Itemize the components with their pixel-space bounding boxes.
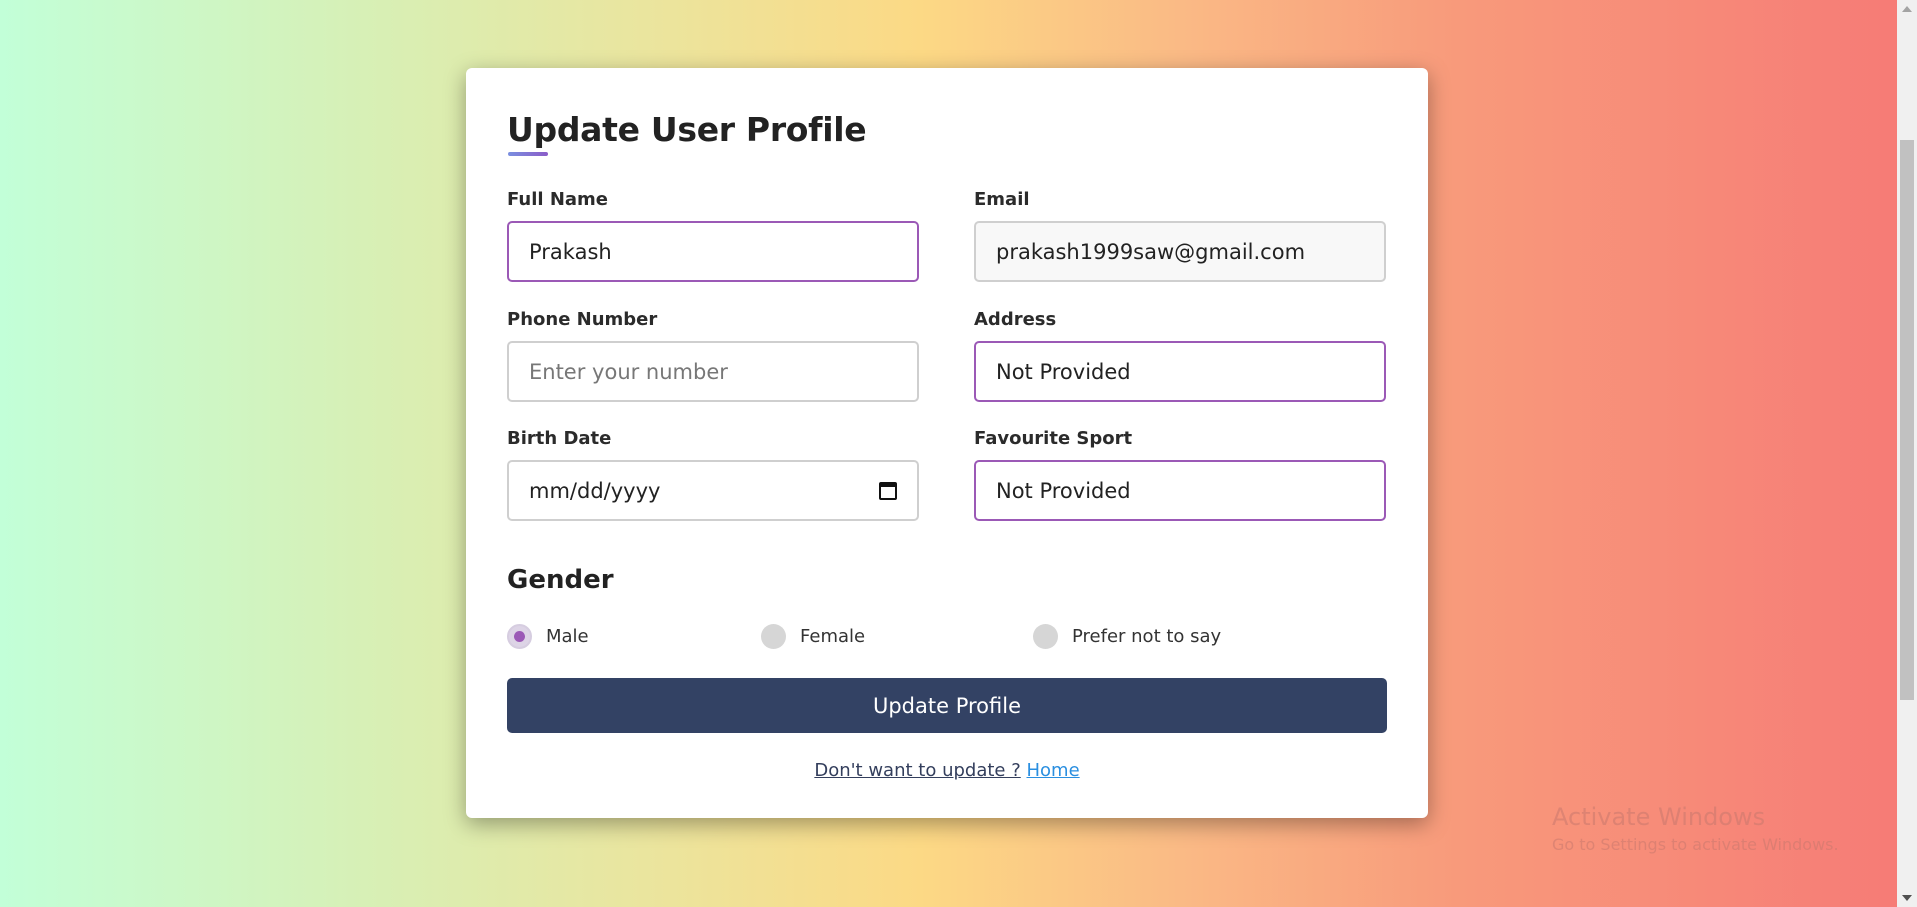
- address-input[interactable]: [996, 359, 1364, 384]
- full-name-field: Full Name: [507, 189, 919, 282]
- update-profile-button[interactable]: Update Profile: [507, 678, 1387, 733]
- radio-checked-icon[interactable]: [507, 624, 532, 649]
- sport-input[interactable]: [996, 478, 1364, 503]
- full-name-input[interactable]: [529, 239, 897, 264]
- scroll-down-icon[interactable]: [1902, 895, 1912, 901]
- home-link[interactable]: Home: [1027, 760, 1080, 781]
- phone-input-box[interactable]: [507, 341, 919, 402]
- phone-label: Phone Number: [507, 309, 658, 330]
- sport-label: Favourite Sport: [974, 428, 1133, 449]
- full-name-label: Full Name: [507, 189, 608, 210]
- email-input-box[interactable]: [974, 221, 1386, 282]
- activate-windows-watermark: Activate Windows Go to Settings to activ…: [1552, 803, 1839, 854]
- gender-heading: Gender: [507, 565, 614, 595]
- gender-option-label: Male: [546, 626, 589, 647]
- watermark-title: Activate Windows: [1552, 803, 1766, 831]
- calendar-icon[interactable]: [879, 481, 897, 500]
- birth-date-placeholder: mm/dd/yyyy: [529, 478, 661, 503]
- title-underline: [508, 152, 548, 156]
- scroll-up-icon[interactable]: [1902, 6, 1912, 12]
- birth-date-input-box[interactable]: mm/dd/yyyy: [507, 460, 919, 521]
- address-field: Address: [974, 309, 1386, 402]
- footer-link-row: Don't want to update ? Home: [466, 760, 1428, 781]
- vertical-scrollbar[interactable]: [1897, 0, 1917, 907]
- radio-unchecked-icon[interactable]: [761, 624, 786, 649]
- phone-field: Phone Number: [507, 309, 919, 402]
- phone-input[interactable]: [529, 359, 897, 384]
- gender-option-label: Prefer not to say: [1072, 626, 1222, 647]
- sport-field: Favourite Sport: [974, 428, 1386, 521]
- radio-unchecked-icon[interactable]: [1033, 624, 1058, 649]
- watermark-subtitle: Go to Settings to activate Windows.: [1552, 835, 1839, 854]
- sport-input-box[interactable]: [974, 460, 1386, 521]
- gender-option-female[interactable]: Female: [761, 624, 865, 649]
- email-label: Email: [974, 189, 1030, 210]
- birth-date-label: Birth Date: [507, 428, 612, 449]
- gender-option-label: Female: [800, 626, 866, 647]
- page-background: Update User Profile Full Name Email Phon…: [0, 0, 1897, 907]
- email-input[interactable]: [996, 239, 1364, 264]
- gender-option-prefer-not[interactable]: Prefer not to say: [1033, 624, 1221, 649]
- full-name-input-box[interactable]: [507, 221, 919, 282]
- page-title: Update User Profile: [507, 110, 867, 149]
- address-label: Address: [974, 309, 1057, 330]
- email-field: Email: [974, 189, 1386, 282]
- scrollbar-thumb[interactable]: [1900, 140, 1914, 700]
- footer-question: Don't want to update ?: [814, 760, 1021, 781]
- birth-date-field: Birth Date mm/dd/yyyy: [507, 428, 919, 521]
- address-input-box[interactable]: [974, 341, 1386, 402]
- gender-option-male[interactable]: Male: [507, 624, 589, 649]
- profile-card: Update User Profile Full Name Email Phon…: [466, 68, 1428, 818]
